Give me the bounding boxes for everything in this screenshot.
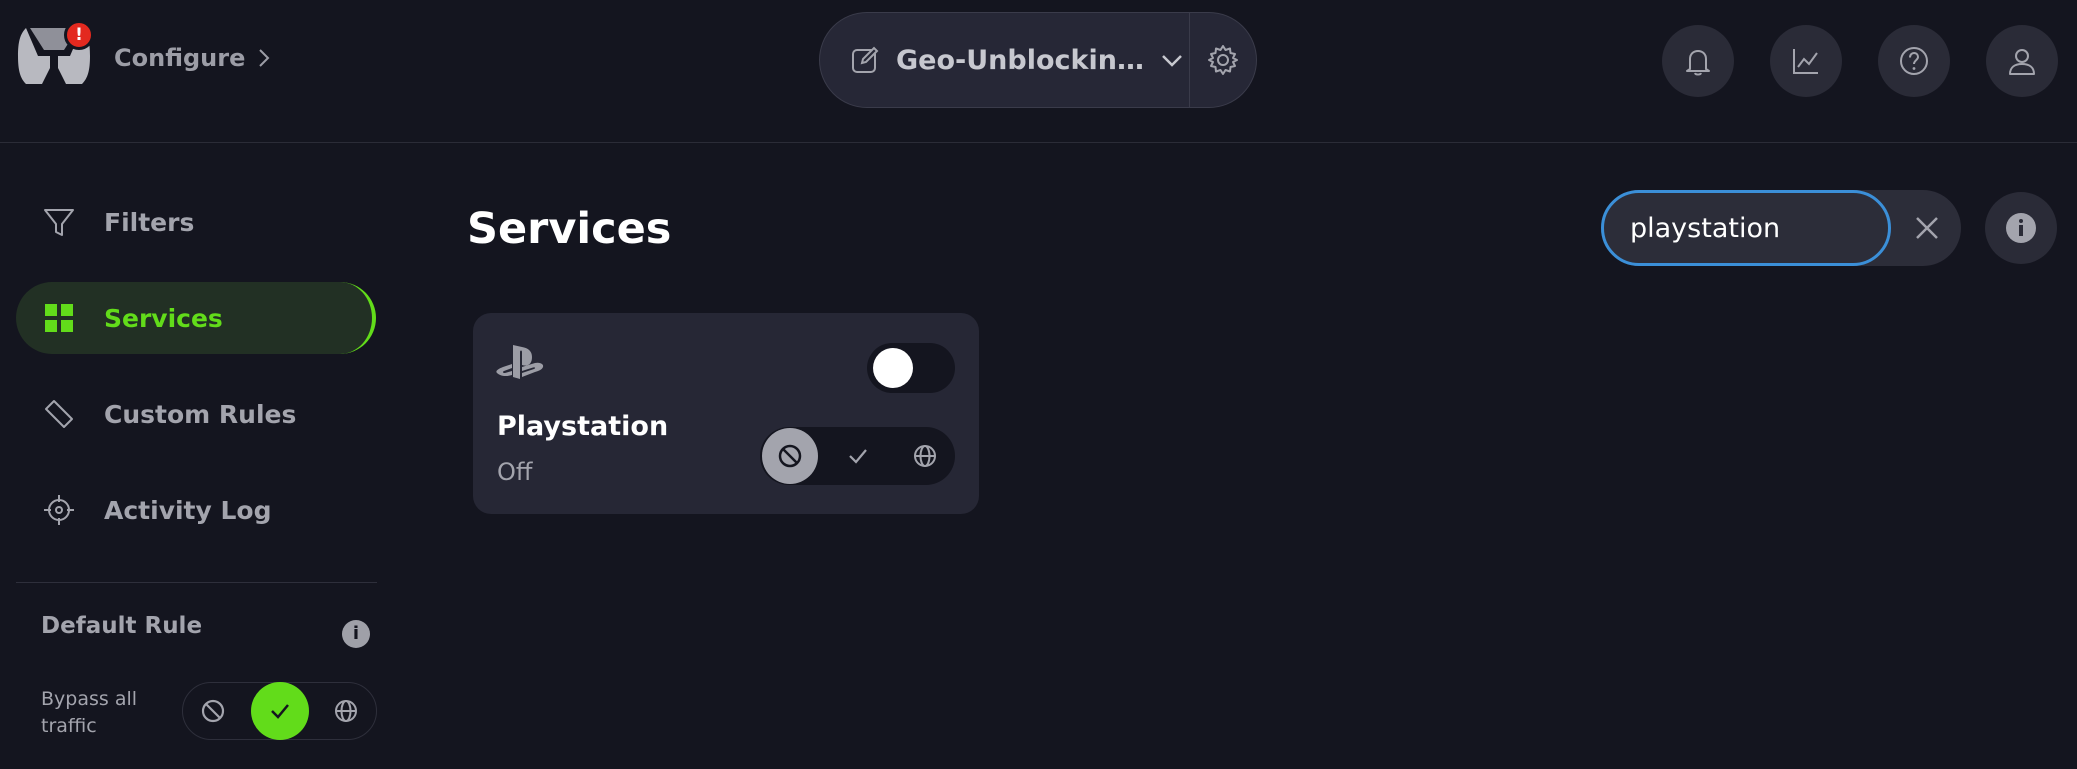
top-bar: ! Configure Geo-Unblockin… xyxy=(0,0,2077,143)
sidebar-item-label: Custom Rules xyxy=(104,399,297,429)
breadcrumb[interactable]: Configure xyxy=(114,44,271,72)
default-rule-info-button[interactable]: i xyxy=(342,620,370,648)
default-rule-description: Bypass all traffic xyxy=(41,688,138,737)
service-status: Off xyxy=(497,458,533,486)
user-icon xyxy=(2009,49,2035,75)
account-button[interactable] xyxy=(1986,25,2058,97)
default-rule-selector xyxy=(182,682,377,740)
filter-icon xyxy=(44,209,74,236)
default-rule-redirect-option[interactable] xyxy=(322,687,370,735)
block-icon xyxy=(778,444,802,468)
search-input[interactable] xyxy=(1601,190,1891,266)
profile-name: Geo-Unblockin… xyxy=(896,44,1144,76)
help-button[interactable] xyxy=(1878,25,1950,97)
service-bypass-option[interactable] xyxy=(830,428,886,484)
check-icon xyxy=(270,704,289,719)
toggle-knob xyxy=(873,348,913,388)
sidebar-item-custom-rules[interactable]: Custom Rules xyxy=(16,378,376,450)
service-name: Playstation xyxy=(497,411,669,442)
default-rule-block-option[interactable] xyxy=(189,687,237,735)
sidebar-divider xyxy=(16,582,377,583)
service-block-option[interactable] xyxy=(762,428,818,484)
default-rule-title: Default Rule xyxy=(41,613,203,639)
page-title: Services xyxy=(467,204,672,254)
sidebar-item-services[interactable]: Services xyxy=(16,282,376,354)
close-icon xyxy=(1916,217,1938,239)
sidebar-item-label: Activity Log xyxy=(104,495,272,525)
default-rule-bypass-option[interactable] xyxy=(250,682,309,740)
alert-badge[interactable]: ! xyxy=(64,20,94,50)
check-icon xyxy=(848,449,867,464)
search-clear-button[interactable] xyxy=(1903,204,1951,252)
sidebar-item-label: Filters xyxy=(104,207,195,237)
line-chart-icon xyxy=(1793,49,1818,74)
service-enable-toggle[interactable] xyxy=(867,343,955,393)
chevron-right-icon xyxy=(259,49,270,67)
profile-settings-button[interactable] xyxy=(1190,12,1256,108)
info-icon xyxy=(2006,213,2036,243)
help-icon xyxy=(1900,47,1928,75)
globe-icon xyxy=(914,445,936,467)
service-card: Playstation Off xyxy=(473,313,979,514)
chevron-down-icon xyxy=(1162,55,1182,67)
crosshair-icon xyxy=(44,495,74,525)
services-info-button[interactable] xyxy=(1985,192,2057,264)
block-icon xyxy=(201,699,225,723)
globe-icon xyxy=(335,700,357,722)
ruler-icon xyxy=(45,400,73,428)
bell-icon xyxy=(1686,50,1710,76)
grid-icon xyxy=(45,304,73,332)
sidebar-item-filters[interactable]: Filters xyxy=(16,186,376,258)
search-box xyxy=(1601,190,1961,266)
sidebar-item-label: Services xyxy=(104,303,223,333)
playstation-logo-icon xyxy=(496,345,544,379)
profile-selector: Geo-Unblockin… xyxy=(819,12,1257,108)
gear-icon xyxy=(1208,45,1239,75)
profile-dropdown[interactable]: Geo-Unblockin… xyxy=(820,13,1189,107)
analytics-button[interactable] xyxy=(1770,25,1842,97)
breadcrumb-label: Configure xyxy=(114,44,246,72)
service-action-selector xyxy=(760,427,955,485)
notifications-button[interactable] xyxy=(1662,25,1734,97)
edit-icon[interactable] xyxy=(850,45,880,75)
sidebar-item-activity-log[interactable]: Activity Log xyxy=(16,474,376,546)
service-redirect-option[interactable] xyxy=(897,428,953,484)
